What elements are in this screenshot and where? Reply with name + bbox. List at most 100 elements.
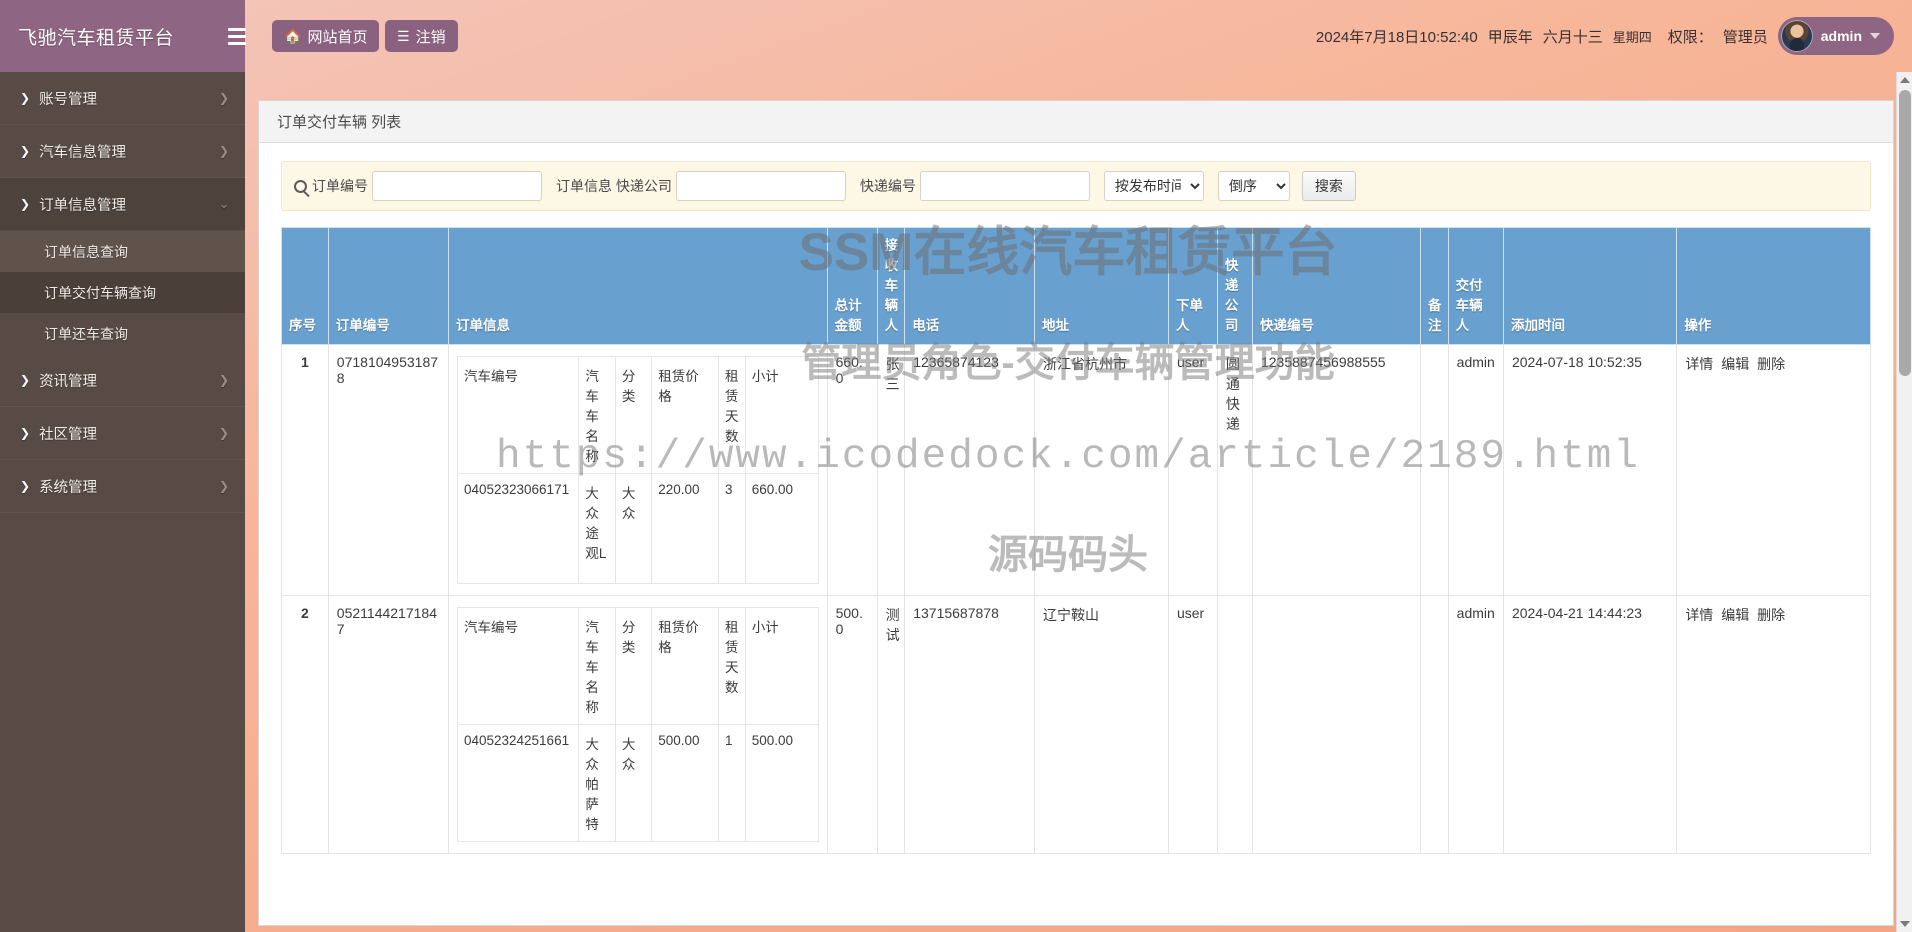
cell-operations: 详情 编辑 删除 xyxy=(1676,344,1871,596)
sort-field-select[interactable]: 按发布时间 xyxy=(1103,171,1204,201)
sub-cell-price: 500.00 xyxy=(651,724,720,842)
edit-link[interactable]: 编辑 xyxy=(1721,356,1749,372)
cell-note xyxy=(1420,595,1449,854)
sidebar-subitem-order-return-query[interactable]: 订单还车查询 xyxy=(0,313,245,354)
page-title: 订单交付车辆 列表 xyxy=(277,114,402,131)
sub-col-subtotal: 小计 xyxy=(744,607,819,725)
sub-col-subtotal: 小计 xyxy=(744,356,819,474)
chevron-down-icon: ⌄ xyxy=(218,197,229,211)
col-order-info: 订单信息 xyxy=(447,227,828,345)
weekday: 星期四 xyxy=(1612,29,1652,45)
sub-col-car-no: 汽车编号 xyxy=(456,607,580,725)
sidebar-subitem-order-query[interactable]: 订单信息查询 xyxy=(0,231,245,272)
col-note: 备注 xyxy=(1420,227,1449,345)
cell-index: 2 xyxy=(281,595,329,854)
chevron-right-icon: ❯ xyxy=(20,197,31,211)
detail-link[interactable]: 详情 xyxy=(1685,356,1713,372)
sidebar-item-car-info[interactable]: ❯ 汽车信息管理 ❯ xyxy=(0,125,245,178)
cell-express-company xyxy=(1216,595,1253,854)
table-row: 1 07181049531878 汽车编号 汽车车名称 分类 租赁价格 租赁天数… xyxy=(281,344,1871,596)
sidebar-item-account[interactable]: ❯ 账号管理 ❯ xyxy=(0,72,245,125)
role-value: 管理员 xyxy=(1722,28,1768,46)
delete-link[interactable]: 删除 xyxy=(1757,607,1785,623)
top-header-bar: 飞驰汽车租赁平台 🏠 网站首页 ☰ 注销 2024年7月18日10:52:40 … xyxy=(0,0,1912,72)
table-row: 2 05211442171847 汽车编号 汽车车名称 分类 租赁价格 租赁天数… xyxy=(281,595,1871,854)
sidebar-item-system[interactable]: ❯ 系统管理 ❯ xyxy=(0,460,245,513)
home-icon: 🏠 xyxy=(284,28,302,44)
sub-col-price: 租赁价格 xyxy=(651,356,720,474)
scrollbar-thumb[interactable] xyxy=(1899,90,1911,376)
chevron-right-indicator-icon: ❯ xyxy=(218,479,229,493)
chevron-right-icon: ❯ xyxy=(20,91,31,105)
sort-order-select[interactable]: 倒序 xyxy=(1217,171,1290,201)
order-no-label-text: 订单编号 xyxy=(312,178,368,194)
order-no-input[interactable] xyxy=(372,171,542,201)
hamburger-icon[interactable] xyxy=(228,23,254,49)
app-brand-title: 飞驰汽车租赁平台 xyxy=(0,0,245,72)
col-express-company: 快递公司 xyxy=(1216,227,1253,345)
cell-express-company: 圆通快递 xyxy=(1216,344,1253,596)
sidebar-item-label: 账号管理 xyxy=(39,91,98,108)
scroll-down-arrow-icon[interactable] xyxy=(1900,921,1910,927)
list-icon: ☰ xyxy=(397,28,410,44)
sidebar-item-label: 汽车信息管理 xyxy=(39,144,127,161)
sidebar-item-label: 资讯管理 xyxy=(39,373,98,390)
col-add-time: 添加时间 xyxy=(1502,227,1678,345)
search-icon xyxy=(294,179,307,193)
cell-order-info: 汽车编号 汽车车名称 分类 租赁价格 租赁天数 小计 0 xyxy=(447,595,828,854)
sidebar-nav: ❯ 账号管理 ❯ ❯ 汽车信息管理 ❯ ❯ 订单信息管理 ⌄ 订单信息查询 订单… xyxy=(0,72,245,932)
chevron-right-indicator-icon: ❯ xyxy=(218,373,229,387)
sidebar-toggle[interactable] xyxy=(228,0,254,72)
sidebar-item-label: 订单信息管理 xyxy=(39,197,127,214)
express-company-input[interactable] xyxy=(675,171,846,201)
logout-label: 注销 xyxy=(415,28,446,46)
cell-add-time: 2024-04-21 14:44:23 xyxy=(1502,595,1678,854)
site-home-button[interactable]: 🏠 网站首页 xyxy=(272,20,380,52)
sub-col-days: 租赁天数 xyxy=(718,356,746,474)
sidebar-subitem-label: 订单还车查询 xyxy=(44,325,128,342)
page-scrollbar[interactable] xyxy=(1896,72,1912,932)
chevron-right-icon: ❯ xyxy=(20,426,31,440)
content-panel: 订单交付车辆 列表 订单编号 订单信息 快递公司 快递编号 按发布时间 倒序 搜… xyxy=(258,100,1894,926)
sidebar-item-label: 社区管理 xyxy=(39,426,98,443)
sub-cell-car-name: 大众途观L xyxy=(578,473,616,584)
cell-add-time: 2024-07-18 10:52:35 xyxy=(1502,344,1678,596)
sub-cell-car-no: 04052324251661 xyxy=(456,724,580,842)
cell-phone: 12365874123 xyxy=(904,344,1035,596)
express-no-input[interactable] xyxy=(919,171,1090,201)
search-button[interactable]: 搜索 xyxy=(1301,171,1356,201)
sidebar-item-order-info[interactable]: ❯ 订单信息管理 ⌄ xyxy=(0,178,245,231)
sidebar-item-news[interactable]: ❯ 资讯管理 ❯ xyxy=(0,354,245,407)
logout-button[interactable]: ☰ 注销 xyxy=(385,20,458,52)
orders-table-head: 序号 订单编号 订单信息 总计金额 接收车辆人 电话 地址 下单人 快递公司 快… xyxy=(281,227,1871,345)
cell-receiver: 张三 xyxy=(876,344,906,596)
user-menu[interactable]: admin xyxy=(1777,17,1894,55)
col-phone: 电话 xyxy=(904,227,1035,345)
edit-link[interactable]: 编辑 xyxy=(1721,607,1749,623)
delete-link[interactable]: 删除 xyxy=(1757,356,1785,372)
express-no-label: 快递编号 xyxy=(859,178,916,194)
sub-cell-subtotal: 500.00 xyxy=(744,724,819,842)
sub-col-car-no: 汽车编号 xyxy=(456,356,580,474)
username-label: admin xyxy=(1820,28,1862,44)
avatar xyxy=(1780,20,1813,52)
sub-col-car-name: 汽车车名称 xyxy=(578,356,616,474)
cell-operations: 详情 编辑 删除 xyxy=(1676,595,1871,854)
cell-phone: 13715687878 xyxy=(904,595,1035,854)
orders-table-body: 1 07181049531878 汽车编号 汽车车名称 分类 租赁价格 租赁天数… xyxy=(281,344,1871,854)
col-total-amount: 总计金额 xyxy=(826,227,878,345)
cell-total-amount: 660.0 xyxy=(826,344,878,596)
detail-link[interactable]: 详情 xyxy=(1685,607,1713,623)
cell-note xyxy=(1420,344,1449,596)
sub-col-category: 分类 xyxy=(614,356,653,474)
sub-col-price: 租赁价格 xyxy=(651,607,720,725)
cell-total-amount: 500.0 xyxy=(826,595,878,854)
sidebar-subitem-order-delivery-query[interactable]: 订单交付车辆查询 xyxy=(0,272,245,313)
scroll-up-arrow-icon[interactable] xyxy=(1900,77,1910,83)
sub-cell-price: 220.00 xyxy=(651,473,720,584)
chevron-right-indicator-icon: ❯ xyxy=(218,426,229,440)
col-deliverer: 交付车辆人 xyxy=(1447,227,1504,345)
cell-address: 辽宁鞍山 xyxy=(1033,595,1169,854)
chevron-right-icon: ❯ xyxy=(20,144,31,158)
sidebar-item-community[interactable]: ❯ 社区管理 ❯ xyxy=(0,407,245,460)
